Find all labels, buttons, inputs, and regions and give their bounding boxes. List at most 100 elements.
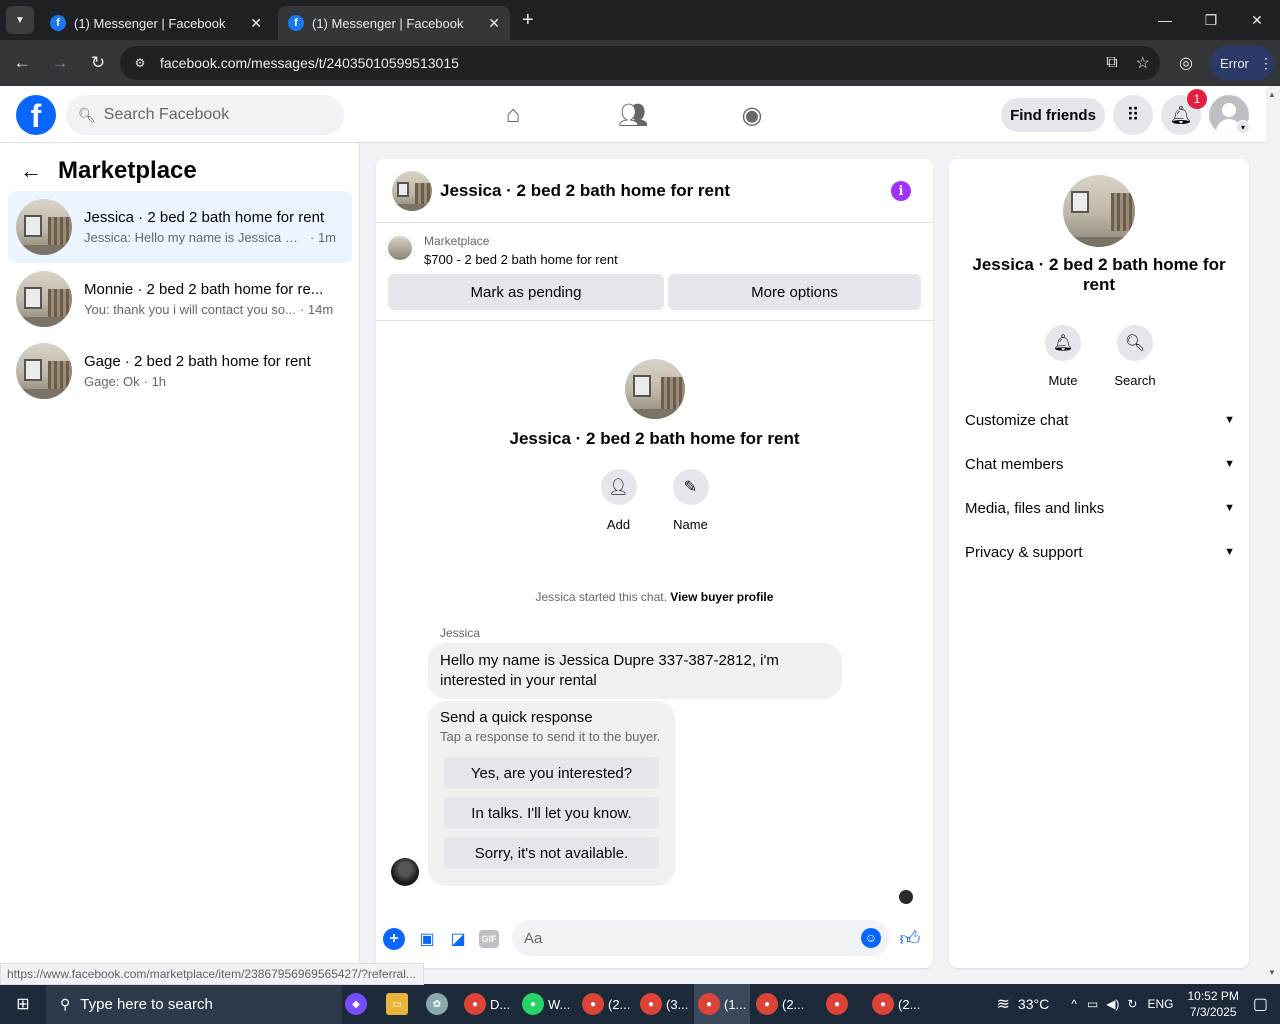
message-bubble[interactable]: Hello my name is Jessica Dupre 337-387-2… xyxy=(428,643,842,699)
tab-search-button[interactable]: ▼ xyxy=(6,6,34,34)
mute-button[interactable]: 🔔︎ Mute xyxy=(1045,325,1081,388)
reload-icon[interactable]: ↻ xyxy=(82,47,114,79)
chrome-icon: ● xyxy=(756,993,778,1015)
site-info-icon[interactable]: ⚙ xyxy=(130,53,150,73)
taskbar-app[interactable]: ● (3... xyxy=(640,984,694,1024)
chevron-down-icon[interactable]: ▾ xyxy=(1236,120,1250,134)
taskbar-app[interactable]: ● W... xyxy=(522,984,576,1024)
quick-response-button[interactable]: Sorry, it's not available. xyxy=(444,837,659,869)
facebook-search-input[interactable]: 🔍︎ Search Facebook xyxy=(66,95,344,135)
weather-icon[interactable]: ≋ xyxy=(997,994,1010,1014)
sync-icon[interactable]: ↻ xyxy=(1127,997,1137,1011)
chat-profile-section: Jessica · 2 bed 2 bath home for rent 👤︎ … xyxy=(376,359,933,532)
error-button[interactable]: Error ⋮ xyxy=(1210,46,1274,80)
quick-response-button[interactable]: Yes, are you interested? xyxy=(444,757,659,789)
taskbar-search-input[interactable]: ⚲ Type here to search xyxy=(46,984,342,1024)
name-button[interactable]: ✎ Name xyxy=(672,469,709,532)
info-icon[interactable]: i xyxy=(891,181,911,201)
chat-members-section[interactable]: Chat members ▼ xyxy=(965,450,1235,478)
conversation-item[interactable]: Jessica · 2 bed 2 bath home for rent Jes… xyxy=(8,191,352,263)
menu-grid-icon[interactable]: ⠿ xyxy=(1113,95,1153,135)
facebook-logo[interactable]: f xyxy=(16,95,56,135)
volume-icon[interactable]: ◀) xyxy=(1106,997,1119,1011)
view-buyer-profile-link[interactable]: View buyer profile xyxy=(670,590,773,604)
new-tab-icon[interactable]: + xyxy=(522,9,534,32)
browser-tab-2[interactable]: f (1) Messenger | Facebook ✕ xyxy=(278,6,510,40)
network-icon[interactable]: ▭ xyxy=(1087,997,1098,1011)
menu-dots-icon: ⋮ xyxy=(1258,54,1273,71)
taskbar-app[interactable]: ● (2... xyxy=(582,984,636,1024)
language-indicator[interactable]: ENG xyxy=(1147,997,1173,1011)
tab-title: (1) Messenger | Facebook xyxy=(312,15,464,31)
customize-chat-section[interactable]: Customize chat ▼ xyxy=(965,406,1235,434)
search-icon: ⚲ xyxy=(60,995,71,1012)
add-person-icon: 👤︎ xyxy=(600,469,637,505)
thumbs-up-icon[interactable]: 👍︎ xyxy=(899,928,921,950)
install-app-icon[interactable]: ⧉ xyxy=(1106,54,1117,72)
chevron-up-icon[interactable]: ^ xyxy=(1071,997,1077,1011)
chrome-icon: ● xyxy=(640,993,662,1015)
search-button[interactable]: 🔍︎ Search xyxy=(1114,325,1156,388)
browser-profile-icon[interactable]: ◎ xyxy=(1172,47,1200,79)
search-label: Search xyxy=(1114,373,1156,388)
section-label: Customize chat xyxy=(965,411,1069,429)
taskbar-app[interactable]: ● D... xyxy=(464,984,518,1024)
conversation-preview: Jessica: Hello my name is Jessica Dup... xyxy=(84,230,306,245)
mark-pending-button[interactable]: Mark as pending xyxy=(388,274,664,310)
groups-icon[interactable]: ◉ xyxy=(732,98,772,132)
search-icon: 🔍︎ xyxy=(78,106,96,123)
forward-icon[interactable]: → xyxy=(44,47,76,79)
listing-price[interactable]: $700 - 2 bed 2 bath home for rent xyxy=(424,252,618,267)
quick-response-button[interactable]: In talks. I'll let you know. xyxy=(444,797,659,829)
listing-thumbnail[interactable] xyxy=(388,236,412,260)
privacy-support-section[interactable]: Privacy & support ▼ xyxy=(965,538,1235,566)
home-icon[interactable]: ⌂ xyxy=(493,98,533,132)
chat-avatar[interactable] xyxy=(392,170,432,211)
section-label: Media, files and links xyxy=(965,499,1105,517)
taskbar-app[interactable]: ● (2... xyxy=(756,984,810,1024)
emoji-icon[interactable]: ☺ xyxy=(861,928,881,948)
scroll-down-arrow-icon[interactable]: ▼ xyxy=(1268,968,1276,977)
sticker-icon[interactable]: ◪ xyxy=(447,928,469,950)
conversation-item[interactable]: Monnie · 2 bed 2 bath home for re... You… xyxy=(8,263,352,335)
friends-icon[interactable]: 👥︎ xyxy=(613,98,653,132)
quick-response-title: Send a quick response xyxy=(440,709,593,726)
tab-close-icon[interactable]: ✕ xyxy=(488,15,500,32)
error-label: Error xyxy=(1220,55,1249,71)
chrome-icon: ● xyxy=(582,993,604,1015)
browser-tab-1[interactable]: f (1) Messenger | Facebook ✕ xyxy=(40,6,272,40)
taskbar-app[interactable]: ● xyxy=(826,984,856,1024)
photo-icon[interactable]: ▣ xyxy=(416,928,438,950)
windows-start-icon[interactable]: ⊞ xyxy=(0,984,46,1024)
tab-close-icon[interactable]: ✕ xyxy=(250,15,262,32)
url-bar[interactable]: ⚙ facebook.com/messages/t/24035010599513… xyxy=(120,46,1160,80)
clock[interactable]: 10:52 PM 7/3/2025 xyxy=(1188,988,1239,1020)
back-arrow-icon[interactable]: ← xyxy=(20,158,42,184)
media-files-links-section[interactable]: Media, files and links ▼ xyxy=(965,494,1235,522)
taskbar-app[interactable]: ● (2... xyxy=(872,984,926,1024)
find-friends-button[interactable]: Find friends xyxy=(1001,98,1105,132)
chrome-icon: ● xyxy=(826,993,848,1015)
notification-center-icon[interactable]: ▢ xyxy=(1253,994,1268,1014)
conversation-item[interactable]: Gage · 2 bed 2 bath home for rent Gage: … xyxy=(8,335,352,407)
bookmark-star-icon[interactable]: ☆ xyxy=(1136,53,1150,73)
message-input[interactable]: Aa ☺ xyxy=(512,920,889,956)
taskbar-app[interactable]: ● (1... xyxy=(694,984,750,1024)
sender-avatar[interactable] xyxy=(391,858,419,886)
copilot-icon[interactable]: ◆ xyxy=(345,984,371,1024)
plus-icon[interactable]: + xyxy=(383,928,405,950)
minimize-icon[interactable]: — xyxy=(1142,0,1188,40)
scroll-up-arrow-icon[interactable]: ▲ xyxy=(1268,90,1276,99)
listing-banner: Marketplace $700 - 2 bed 2 bath home for… xyxy=(376,224,933,321)
app-icon[interactable]: ✿ xyxy=(426,984,452,1024)
back-icon[interactable]: ← xyxy=(6,47,38,79)
chat-title[interactable]: Jessica · 2 bed 2 bath home for rent xyxy=(440,181,730,201)
gif-icon[interactable]: GIF xyxy=(479,930,499,948)
conversation-name: Jessica · 2 bed 2 bath home for rent xyxy=(84,209,325,226)
more-options-button[interactable]: More options xyxy=(668,274,921,310)
temperature[interactable]: 33°C xyxy=(1018,996,1049,1012)
file-explorer-icon[interactable]: ▭ xyxy=(386,984,412,1024)
close-window-icon[interactable]: ✕ xyxy=(1234,0,1280,40)
restore-icon[interactable]: ❐ xyxy=(1188,0,1234,40)
add-button[interactable]: 👤︎ Add xyxy=(600,469,637,532)
